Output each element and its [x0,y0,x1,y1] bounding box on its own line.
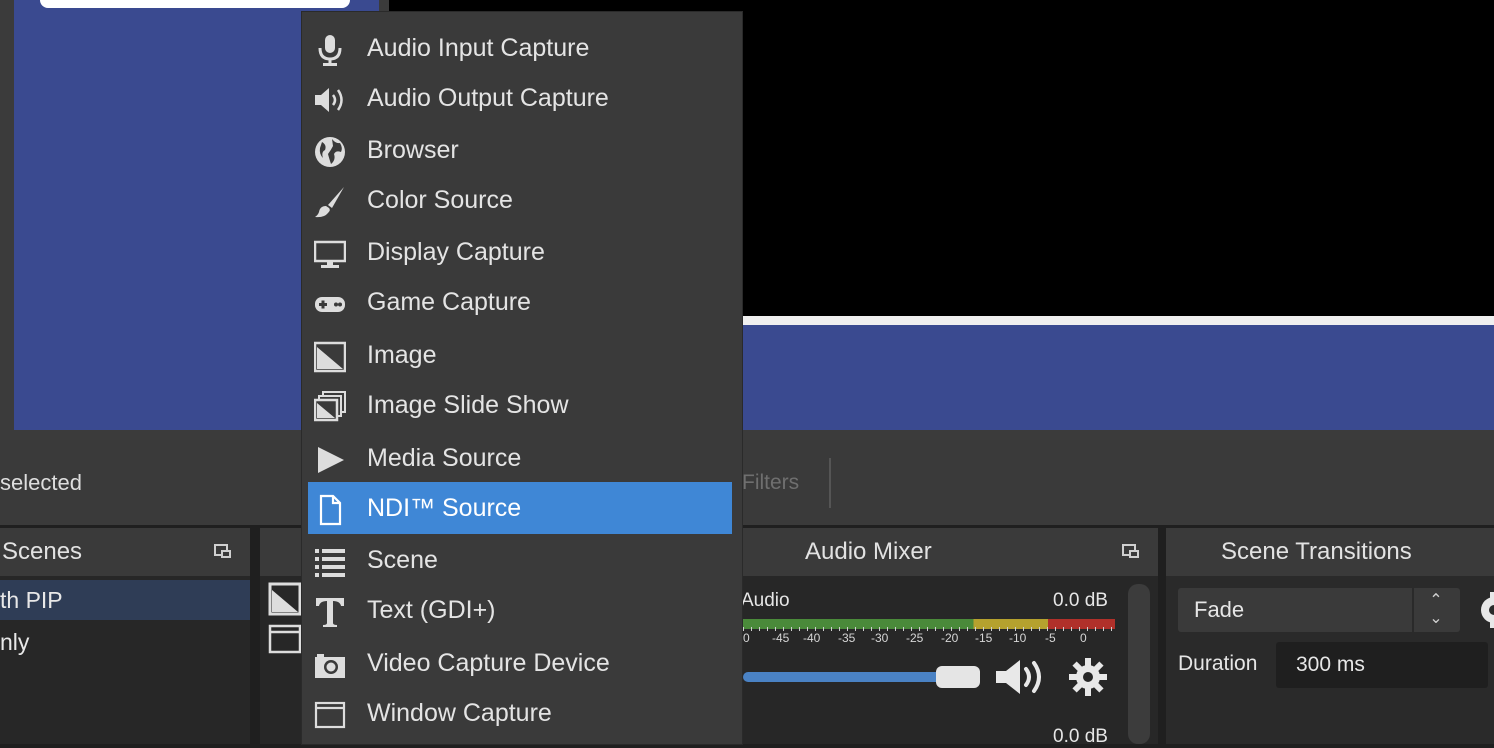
microphone-icon [314,32,346,66]
volume-tick-label: -25 [906,631,924,645]
menu-item-audio-input-capture[interactable]: Audio Input Capture [308,22,732,74]
canvas-source-left [14,0,304,430]
menu-item-label: Media Source [367,444,522,472]
volume-tick-label: -40 [803,631,821,645]
text-icon [314,594,346,627]
file-icon [314,492,346,526]
scenes-dock-header: Scenes [0,528,250,576]
menu-item-media-source[interactable]: Media Source [308,432,732,484]
toolbar-divider [829,458,831,508]
audio-channel-2-db: 0.0 dB [1053,726,1108,747]
volume-tick-label: -15 [975,631,993,645]
menu-item-label: Video Capture Device [367,649,610,677]
volume-tick-label: -30 [871,631,889,645]
scene-transitions-title: Scene Transitions [1221,538,1412,565]
menu-item-label: Image [367,341,437,369]
menu-item-label: NDI™ Source [367,494,522,522]
speaker-icon [314,82,346,114]
image-source-icon [268,582,302,616]
menu-item-image[interactable]: Image [308,329,732,381]
camera-icon [314,647,346,679]
menu-item-label: Audio Input Capture [367,34,590,62]
play-icon [314,442,346,474]
menu-item-label: Display Capture [367,238,545,266]
menu-item-ndi-source[interactable]: NDI™ Source [308,482,732,534]
menu-item-label: Audio Output Capture [367,84,609,112]
paintbrush-icon [314,184,346,218]
scene-item-label: th PIP [0,587,63,613]
menu-item-label: Text (GDI+) [367,596,496,624]
chevron-updown-icon[interactable]: ⌃ ⌄ [1422,592,1450,628]
audio-mixer-scrollbar[interactable] [1128,584,1150,744]
menu-item-window-capture[interactable]: Window Capture [308,687,732,739]
volume-tick-label: -45 [772,631,790,645]
window-source-icon [268,624,302,654]
scene-transitions-dock-header: Scene Transitions [1166,528,1494,576]
volume-tick-label: -5 [1045,631,1056,645]
monitor-icon [313,236,347,268]
scenes-dock-title: Scenes [2,538,83,565]
volume-tick-label: -35 [838,631,856,645]
volume-tick-label: 0 [1080,631,1087,645]
add-source-context-menu: Audio Input Capture Audio Output Capture B… [302,12,742,744]
audio-mixer-title: Audio Mixer [805,538,932,565]
image-icon [313,339,347,373]
menu-item-text-gdi[interactable]: Text (GDI+) [308,584,732,636]
menu-item-color-source[interactable]: Color Source [308,174,732,226]
dock-float-icon[interactable] [214,544,231,558]
globe-icon [314,134,346,167]
audio-channel-db: 0.0 dB [1053,590,1108,611]
menu-item-audio-output-capture[interactable]: Audio Output Capture [308,72,732,124]
menu-item-label: Scene [367,546,438,574]
menu-item-label: Image Slide Show [367,391,569,419]
gamepad-icon [314,286,346,318]
duration-label: Duration [1178,652,1258,675]
no-source-selected-label: selected [0,470,82,495]
duration-input[interactable]: 300 ms [1276,642,1488,688]
slideshow-icon [313,389,346,422]
volume-tick-label: -20 [941,631,959,645]
menu-item-label: Browser [367,136,459,164]
audio-settings-gear-icon[interactable] [1068,657,1108,697]
duration-input-value: 300 ms [1296,653,1365,676]
menu-item-display-capture[interactable]: Display Capture [308,226,732,278]
filters-button[interactable]: Filters [742,471,799,495]
scene-item-label: nly [0,629,30,655]
volume-meter-ticks [743,627,1115,631]
menu-item-label: Window Capture [367,699,552,727]
audio-channel-name: Audio [741,590,790,611]
scene-item[interactable]: th PIP [0,580,250,620]
transition-select[interactable]: Fade [1178,588,1460,632]
speaker-mute-icon[interactable] [994,657,1048,697]
preview-border [0,430,1494,440]
window-icon [314,697,346,729]
transition-settings-gear-icon[interactable] [1474,590,1494,630]
canvas-white-line [740,316,1494,325]
list-icon [314,544,346,577]
scene-item[interactable]: nly [0,622,250,662]
transition-select-divider [1412,588,1414,632]
volume-slider-fill[interactable] [743,672,943,682]
menu-item-label: Game Capture [367,288,531,316]
canvas-white-shape [40,0,350,8]
dock-float-icon[interactable] [1122,544,1139,558]
menu-item-label: Color Source [367,186,513,214]
volume-tick-label: 0 [743,631,750,645]
menu-item-scene[interactable]: Scene [308,534,732,586]
volume-slider-handle[interactable] [936,666,980,688]
menu-item-browser[interactable]: Browser [308,124,732,176]
transition-select-value: Fade [1194,597,1245,622]
menu-item-game-capture[interactable]: Game Capture [308,276,732,328]
canvas-source-right [740,325,1494,430]
menu-item-image-slide-show[interactable]: Image Slide Show [308,379,732,431]
menu-item-video-capture-device[interactable]: Video Capture Device [308,637,732,689]
audio-mixer-dock-header: Audio Mixer [740,528,1158,576]
volume-tick-label: -10 [1009,631,1027,645]
